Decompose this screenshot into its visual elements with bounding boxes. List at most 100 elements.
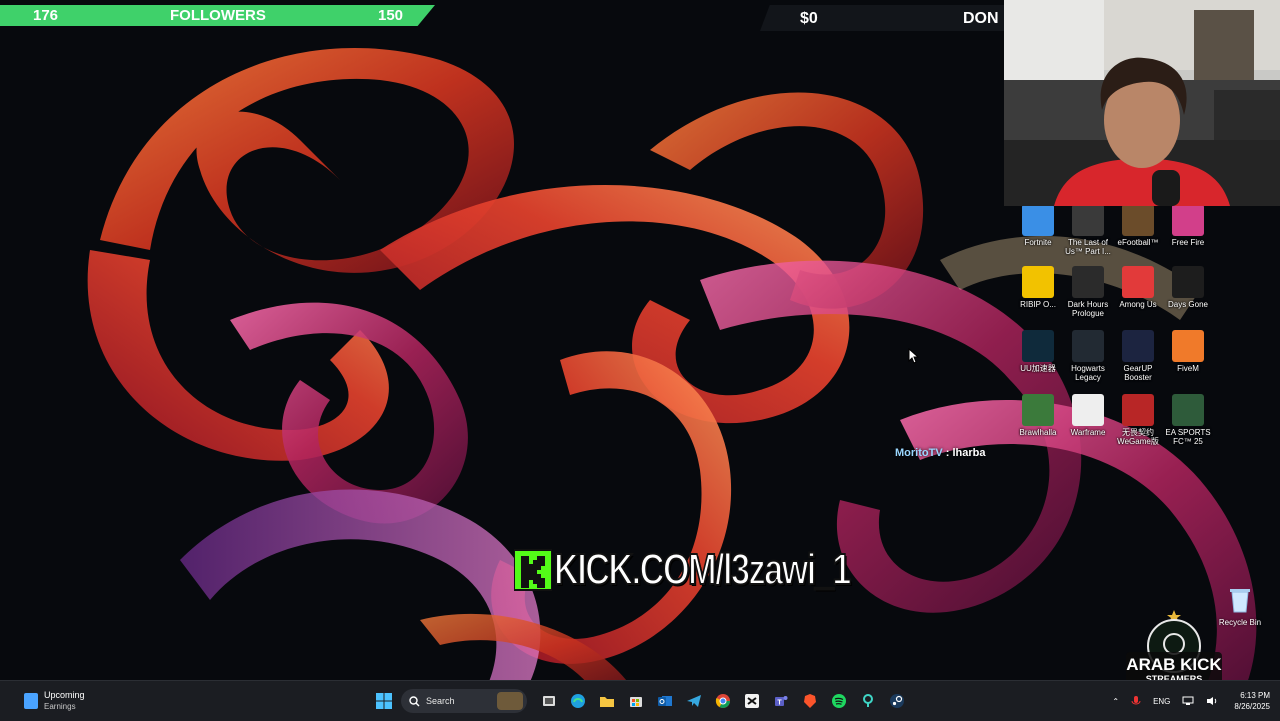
chat-message: MoritoTV : lharba: [895, 447, 985, 459]
fortnite-icon: [1022, 204, 1054, 236]
desktop-icon[interactable]: RIBIP O...: [1012, 266, 1064, 309]
desktop-icon[interactable]: Hogwarts Legacy: [1062, 330, 1114, 382]
task-view-icon: [543, 696, 555, 706]
taskbar-store[interactable]: [624, 689, 648, 713]
tray-language[interactable]: ENG: [1153, 697, 1170, 706]
desktop-icon[interactable]: UU加速器: [1012, 330, 1064, 373]
desktop-icon-label: Brawlhalla: [1019, 428, 1057, 437]
network-icon[interactable]: [1182, 696, 1194, 706]
dark-hours-icon: [1072, 266, 1104, 298]
desktop-icon-label: Among Us: [1119, 300, 1157, 309]
recycle-bin[interactable]: Recycle Bin: [1218, 586, 1262, 627]
taskbar-edge[interactable]: [566, 689, 590, 713]
desktop-icon-label: Warframe: [1070, 428, 1106, 437]
desktop-icon-label: EA SPORTS FC™ 25: [1165, 428, 1211, 446]
teams-icon: T: [775, 696, 788, 707]
mouse-cursor-icon: [908, 348, 920, 364]
taskbar-brave[interactable]: [798, 689, 822, 713]
start-button[interactable]: [372, 689, 396, 713]
windows-start-icon: [376, 693, 392, 709]
taskbar-capcut[interactable]: [740, 689, 764, 713]
recycle-bin-icon: [1230, 589, 1250, 613]
followers-label: FOLLOWERS: [170, 7, 266, 24]
chat-username: MoritoTV: [895, 447, 943, 459]
followers-goal-bar: 176 FOLLOWERS 150: [0, 5, 435, 26]
desktop-icon[interactable]: Free Fire: [1162, 204, 1214, 247]
taskbar-clock[interactable]: 6:13 PM 8/26/2025: [1234, 690, 1270, 712]
desktop-icon-label: Days Gone: [1167, 300, 1209, 309]
desktop-icon-label: Free Fire: [1171, 238, 1205, 247]
free-fire-icon: [1172, 204, 1204, 236]
clock-time: 6:13 PM: [1240, 691, 1270, 700]
chrome-icon: [715, 694, 730, 708]
arab-kick-streamers-logo: ARAB KICK STREAMERS: [1126, 610, 1222, 686]
folder-icon: [600, 697, 614, 707]
taskbar-apps: Search T: [372, 687, 914, 715]
desktop-icon-label: eFootball™: [1117, 238, 1159, 247]
uu-booster-icon: [1022, 330, 1054, 362]
widgets-button[interactable]: Upcoming Earnings: [24, 686, 85, 716]
desktop-icon[interactable]: 无畏契约 WeGame版: [1112, 394, 1164, 446]
desktop-icon-label: Hogwarts Legacy: [1071, 364, 1105, 382]
taskbar-app-green[interactable]: [856, 689, 880, 713]
windows-taskbar: Upcoming Earnings Search T ⌃ ENG 6:13 PM…: [0, 680, 1280, 721]
followers-goal-count: 150: [378, 7, 404, 24]
desktop-icon-label: The Last of Us™ Part I...: [1065, 238, 1111, 256]
fivem-icon: [1172, 330, 1204, 362]
donation-amount: $0: [800, 10, 818, 27]
outlook-icon: [658, 696, 672, 706]
taskbar-task-view[interactable]: [537, 689, 561, 713]
capcut-icon: [745, 694, 759, 708]
edge-icon: [571, 694, 585, 708]
store-icon: [630, 697, 642, 707]
desktop-icon[interactable]: GearUP Booster: [1112, 330, 1164, 382]
webcam-feed: [1004, 0, 1280, 206]
telegram-icon: [687, 695, 701, 707]
watermark-line1: ARAB KICK: [1126, 655, 1222, 674]
clock-date: 8/26/2025: [1234, 702, 1270, 711]
desktop-icon-label: UU加速器: [1020, 364, 1056, 373]
desktop-icon[interactable]: Brawlhalla: [1012, 394, 1064, 437]
taskbar-outlook[interactable]: [653, 689, 677, 713]
desktop-icon-grid: Fortnite The Last of Us™ Part I... eFootba…: [1012, 204, 1280, 464]
taskbar-chrome[interactable]: [711, 689, 735, 713]
microphone-app-icon: [863, 694, 873, 707]
desktop-icon-label: Fortnite: [1024, 238, 1052, 247]
desktop-icon[interactable]: Among Us: [1112, 266, 1164, 309]
desktop-icon-label: 无畏契约 WeGame版: [1117, 428, 1159, 446]
desktop-icon[interactable]: FiveM: [1162, 330, 1214, 373]
desktop-icon[interactable]: Warframe: [1062, 394, 1114, 437]
chat-text: lharba: [952, 447, 986, 459]
brawlhalla-icon: [1022, 394, 1054, 426]
hogwarts-icon: [1072, 330, 1104, 362]
followers-current-count: 176: [33, 7, 59, 24]
search-icon: [409, 695, 420, 706]
desktop-icon[interactable]: The Last of Us™ Part I...: [1062, 204, 1114, 256]
taskbar-telegram[interactable]: [682, 689, 706, 713]
microphone-muted-icon[interactable]: [1131, 695, 1141, 707]
taskbar-spotify[interactable]: [827, 689, 851, 713]
desktop-icon[interactable]: eFootball™: [1112, 204, 1164, 247]
taskbar-search[interactable]: Search: [401, 689, 527, 713]
system-tray: ⌃ ENG 6:13 PM 8/26/2025: [1106, 685, 1270, 717]
svg-text:T: T: [777, 700, 782, 707]
volume-icon[interactable]: [1206, 696, 1218, 706]
tray-overflow-chevron-icon[interactable]: ⌃: [1112, 697, 1119, 706]
gearup-icon: [1122, 330, 1154, 362]
taskbar-steam[interactable]: [885, 689, 909, 713]
steam-icon: [890, 694, 904, 708]
ea-fc-icon: [1172, 394, 1204, 426]
chat-separator: :: [945, 447, 950, 459]
spotify-icon: [832, 694, 846, 708]
desktop-icon[interactable]: Dark Hours Prologue: [1062, 266, 1114, 318]
widget-subtitle: Earnings: [44, 702, 76, 711]
among-us-icon: [1122, 266, 1154, 298]
donation-label: DON: [963, 10, 999, 27]
desktop-icon[interactable]: Fortnite: [1012, 204, 1064, 247]
desktop-icon[interactable]: EA SPORTS FC™ 25: [1162, 394, 1214, 446]
taskbar-file-explorer[interactable]: [595, 689, 619, 713]
desktop-icon[interactable]: Days Gone: [1162, 266, 1214, 309]
taskbar-teams[interactable]: T: [769, 689, 793, 713]
desktop-icon-label: RIBIP O...: [1020, 300, 1056, 309]
ribip-icon: [1022, 266, 1054, 298]
